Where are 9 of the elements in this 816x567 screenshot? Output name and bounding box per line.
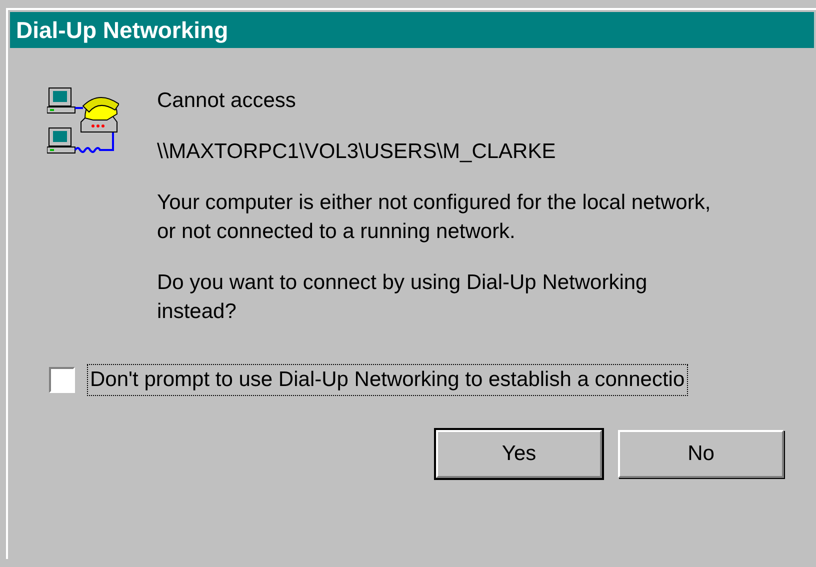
dialog-button[interactable]: Yes xyxy=(436,430,602,478)
window-title: Dial-Up Networking xyxy=(16,16,228,44)
dialog-button[interactable]: No xyxy=(618,430,784,478)
message-heading: Cannot access xyxy=(157,88,297,114)
message-text: Do you want to connect by using Dial-Up Networking instead? xyxy=(157,270,648,325)
message-text: Your computer is either not configured for the local network, or not connected to a running network. xyxy=(157,190,712,245)
network-path: \\MAXTORPC1\VOL3\USERS\M_CLARKE xyxy=(157,139,557,165)
checkbox-label[interactable]: Don't prompt to use Dial-Up Networking to establish a connectio xyxy=(87,364,688,396)
checkbox[interactable] xyxy=(49,367,75,393)
